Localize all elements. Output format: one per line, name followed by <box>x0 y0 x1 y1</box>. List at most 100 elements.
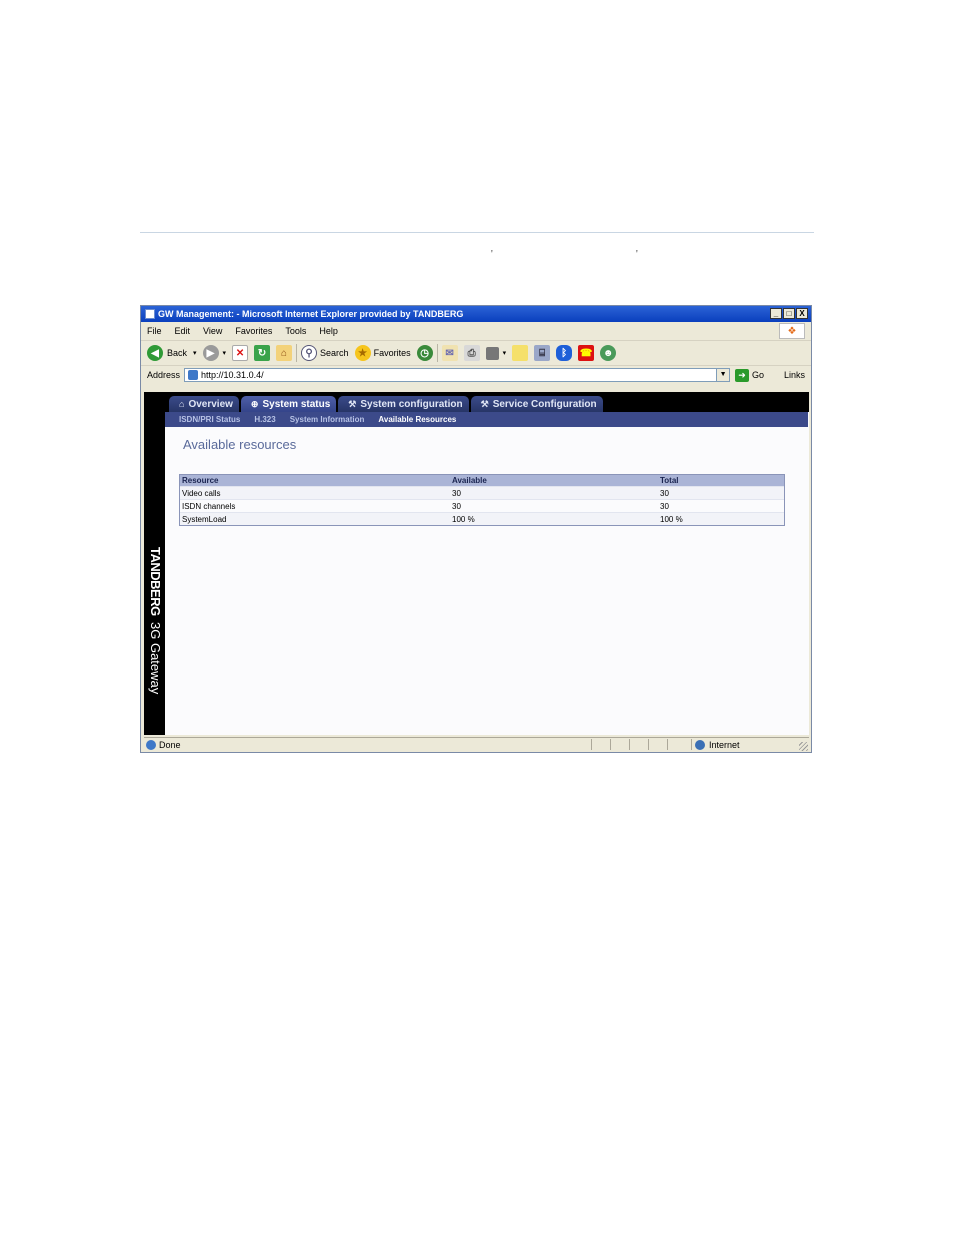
windows-logo-icon: ❖ <box>779 323 805 339</box>
subnav-system-information[interactable]: System Information <box>290 415 365 424</box>
menu-help[interactable]: Help <box>319 326 338 336</box>
table-row: Video calls 30 30 <box>180 486 784 499</box>
favorites-button[interactable]: ★ Favorites <box>354 345 411 361</box>
messenger-icon[interactable]: ☎ <box>578 345 595 361</box>
resize-grip[interactable] <box>799 742 808 751</box>
home-icon: ⌂ <box>179 399 185 409</box>
status-bar: Done Internet <box>144 737 809 752</box>
table-header: Resource Available Total <box>180 475 784 486</box>
ie-page-icon <box>145 309 155 319</box>
wrench-icon: ⚒ <box>348 398 357 409</box>
status-icon: ⊕ <box>250 398 259 409</box>
refresh-icon[interactable]: ↻ <box>254 345 271 361</box>
tab-system-configuration[interactable]: ⚒ System configuration <box>338 396 469 412</box>
document-divider <box>140 232 814 233</box>
main-tabs: ⌂ Overview ⊕ System status ⚒ System conf… <box>169 396 605 412</box>
cell-available: 30 <box>452 501 461 511</box>
menu-favorites[interactable]: Favorites <box>235 326 272 336</box>
table-row: SystemLoad 100 % 100 % <box>180 512 784 525</box>
history-icon[interactable]: ◷ <box>416 345 433 361</box>
table-row: ISDN channels 30 30 <box>180 499 784 512</box>
cell-total: 30 <box>660 488 669 498</box>
header-total: Total <box>660 476 679 485</box>
page-icon <box>188 370 199 380</box>
tab-label: System status <box>262 398 331 410</box>
window-title: GW Management: - Microsoft Internet Expl… <box>158 309 464 319</box>
back-arrow-icon: ◀ <box>147 345 163 361</box>
back-button[interactable]: ◀ Back ▾ <box>147 345 197 361</box>
tab-system-status[interactable]: ⊕ System status <box>240 396 337 412</box>
status-pane <box>610 739 629 750</box>
subnav-available-resources[interactable]: Available Resources <box>378 415 456 424</box>
zone-label: Internet <box>709 739 740 750</box>
address-input[interactable]: http://10.31.0.4/ ▼ <box>184 368 731 382</box>
header-available: Available <box>452 476 487 485</box>
mail-icon[interactable]: ✉ <box>441 345 458 361</box>
users-icon[interactable]: ☻ <box>600 345 617 361</box>
home-icon[interactable]: ⌂ <box>276 345 293 361</box>
chevron-down-icon: ▾ <box>193 350 197 357</box>
edit-page-icon[interactable] <box>485 346 499 360</box>
tab-overview[interactable]: ⌂ Overview <box>169 396 239 412</box>
chevron-down-icon: ▾ <box>502 350 507 357</box>
menu-edit[interactable]: Edit <box>175 326 191 336</box>
forward-button[interactable]: ▶ ▾ <box>202 345 227 361</box>
stop-icon[interactable]: ✕ <box>232 345 249 361</box>
forward-arrow-icon: ▶ <box>202 345 219 361</box>
cell-resource: Video calls <box>182 488 221 498</box>
resources-table: Resource Available Total Video calls 30 … <box>179 474 785 526</box>
cell-total: 30 <box>660 501 669 511</box>
brand-logo: TANDBERG 3G Gateway <box>147 547 163 722</box>
document-tick-left: ' <box>491 249 493 260</box>
sub-navigation: ISDN/PRI Status H.323 System Information… <box>165 412 808 427</box>
title-bar: GW Management: - Microsoft Internet Expl… <box>141 306 811 322</box>
go-button[interactable]: ➜ Go <box>735 368 764 382</box>
address-url: http://10.31.0.4/ <box>201 370 264 380</box>
menu-view[interactable]: View <box>203 326 222 336</box>
globe-icon <box>695 739 705 750</box>
cell-total: 100 % <box>660 514 683 524</box>
menu-tools[interactable]: Tools <box>285 326 306 336</box>
status-done: Done <box>146 740 181 750</box>
status-pane <box>591 739 610 750</box>
cell-resource: SystemLoad <box>182 514 227 524</box>
document-tick-right: ' <box>636 249 638 260</box>
close-button[interactable]: X <box>796 308 808 319</box>
security-zone: Internet <box>691 739 805 750</box>
status-text: Done <box>159 740 181 750</box>
maximize-button[interactable]: □ <box>783 308 795 319</box>
tab-label: Overview <box>188 398 233 410</box>
page-content: TANDBERG 3G Gateway ⌂ Overview ⊕ System … <box>144 392 809 735</box>
research-icon[interactable]: ⌸ <box>534 345 551 361</box>
standard-toolbar: ◀ Back ▾ ▶ ▾ ✕ ↻ ⌂ ⚲ Search ★ Favorites … <box>141 341 811 366</box>
search-button[interactable]: ⚲ Search <box>301 345 349 361</box>
address-label: Address <box>147 370 181 380</box>
bluetooth-icon[interactable]: ᛒ <box>556 345 573 361</box>
minimize-button[interactable]: _ <box>770 308 782 319</box>
brand-sidebar: TANDBERG 3G Gateway <box>144 392 165 735</box>
subnav-isdn-pri-status[interactable]: ISDN/PRI Status <box>179 415 240 424</box>
brand-name: TANDBERG <box>148 547 163 616</box>
links-button[interactable]: Links <box>784 370 805 380</box>
tab-label: Service Configuration <box>492 398 597 410</box>
ie-page-icon <box>146 740 156 750</box>
page-title: Available resources <box>183 437 297 452</box>
tab-label: System configuration <box>360 398 463 410</box>
tab-service-configuration[interactable]: ⚒ Service Configuration <box>470 396 603 412</box>
search-icon: ⚲ <box>301 345 318 361</box>
note-icon[interactable] <box>512 345 529 361</box>
menu-file[interactable]: File <box>147 326 162 336</box>
favorites-label: Favorites <box>373 348 411 358</box>
address-dropdown-icon[interactable]: ▼ <box>716 369 730 381</box>
brand-product: 3G Gateway <box>148 621 163 694</box>
header-resource: Resource <box>182 476 219 485</box>
star-icon: ★ <box>354 345 371 361</box>
cell-resource: ISDN channels <box>182 501 236 511</box>
status-pane <box>629 739 648 750</box>
print-icon[interactable]: ⎙ <box>463 345 480 361</box>
status-panes <box>591 739 686 750</box>
chevron-down-icon: ▾ <box>222 350 227 357</box>
search-label: Search <box>320 348 349 358</box>
subnav-h323[interactable]: H.323 <box>254 415 275 424</box>
browser-window: GW Management: - Microsoft Internet Expl… <box>140 305 812 753</box>
